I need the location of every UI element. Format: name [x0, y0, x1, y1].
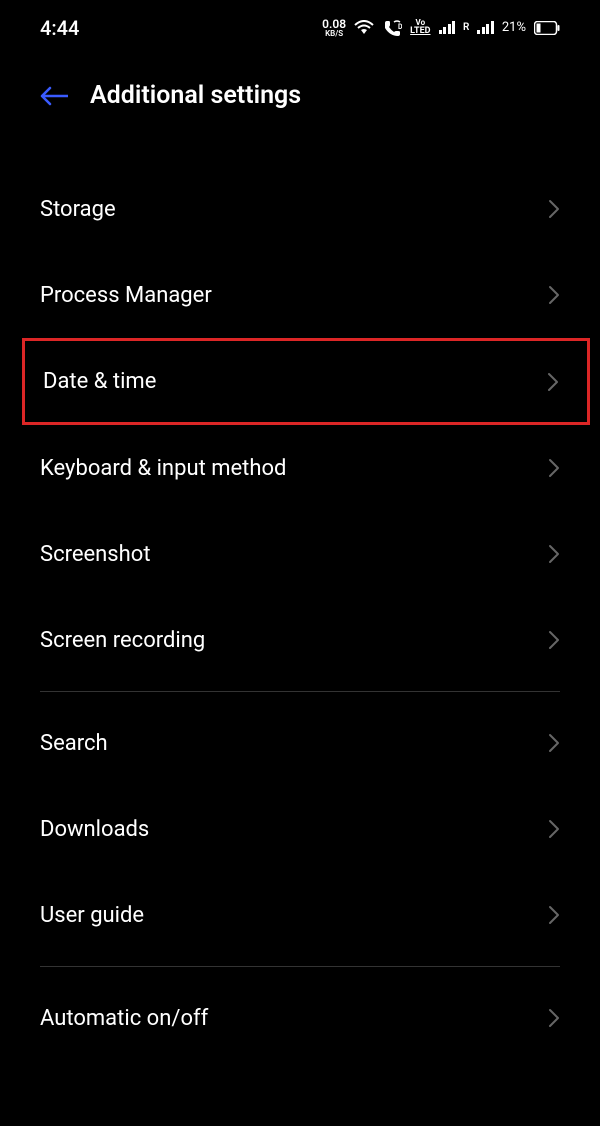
settings-item-search[interactable]: Search [0, 700, 600, 786]
divider [40, 966, 560, 967]
divider [40, 691, 560, 692]
settings-item-screen-recording[interactable]: Screen recording [0, 597, 600, 683]
chevron-right-icon [548, 905, 560, 925]
signal-icon-1 [439, 21, 456, 34]
chevron-right-icon [548, 544, 560, 564]
settings-item-downloads[interactable]: Downloads [0, 786, 600, 872]
settings-item-automatic[interactable]: Automatic on/off [0, 975, 600, 1061]
status-time: 4:44 [40, 16, 79, 40]
wifi-calling-icon: D [382, 20, 402, 36]
settings-label: Storage [40, 197, 116, 222]
chevron-right-icon [547, 372, 559, 392]
svg-text:D: D [398, 23, 402, 31]
chevron-right-icon [548, 458, 560, 478]
settings-list: Storage Process Manager Date & time Keyb… [0, 136, 600, 1061]
settings-label: Screen recording [40, 628, 205, 653]
chevron-right-icon [548, 1008, 560, 1028]
settings-label: Process Manager [40, 283, 212, 308]
settings-item-date-time[interactable]: Date & time [22, 338, 590, 425]
page-title: Additional settings [90, 81, 301, 110]
back-arrow-icon[interactable] [40, 86, 68, 106]
status-indicators: 0.08 KB/S D Vo LTED R [322, 18, 560, 38]
settings-label: Date & time [43, 369, 156, 394]
settings-label: User guide [40, 903, 144, 928]
settings-item-keyboard[interactable]: Keyboard & input method [0, 425, 600, 511]
volte-icon: Vo LTED [410, 19, 430, 36]
settings-label: Downloads [40, 817, 149, 842]
settings-label: Automatic on/off [40, 1006, 208, 1031]
settings-label: Keyboard & input method [40, 456, 286, 481]
chevron-right-icon [548, 285, 560, 305]
chevron-right-icon [548, 819, 560, 839]
status-bar: 4:44 0.08 KB/S D Vo LTED R [0, 0, 600, 55]
settings-item-storage[interactable]: Storage [0, 166, 600, 252]
settings-item-process-manager[interactable]: Process Manager [0, 252, 600, 338]
roaming-icon: R [463, 22, 469, 33]
battery-text: 21% [502, 20, 526, 35]
chevron-right-icon [548, 199, 560, 219]
app-header: Additional settings [0, 55, 600, 136]
chevron-right-icon [548, 630, 560, 650]
signal-icon-2 [477, 21, 494, 34]
settings-label: Screenshot [40, 542, 151, 567]
settings-label: Search [40, 731, 108, 756]
settings-item-user-guide[interactable]: User guide [0, 872, 600, 958]
chevron-right-icon [548, 733, 560, 753]
network-speed: 0.08 KB/S [322, 18, 346, 38]
wifi-icon [354, 20, 374, 36]
settings-item-screenshot[interactable]: Screenshot [0, 511, 600, 597]
battery-icon [534, 21, 560, 35]
